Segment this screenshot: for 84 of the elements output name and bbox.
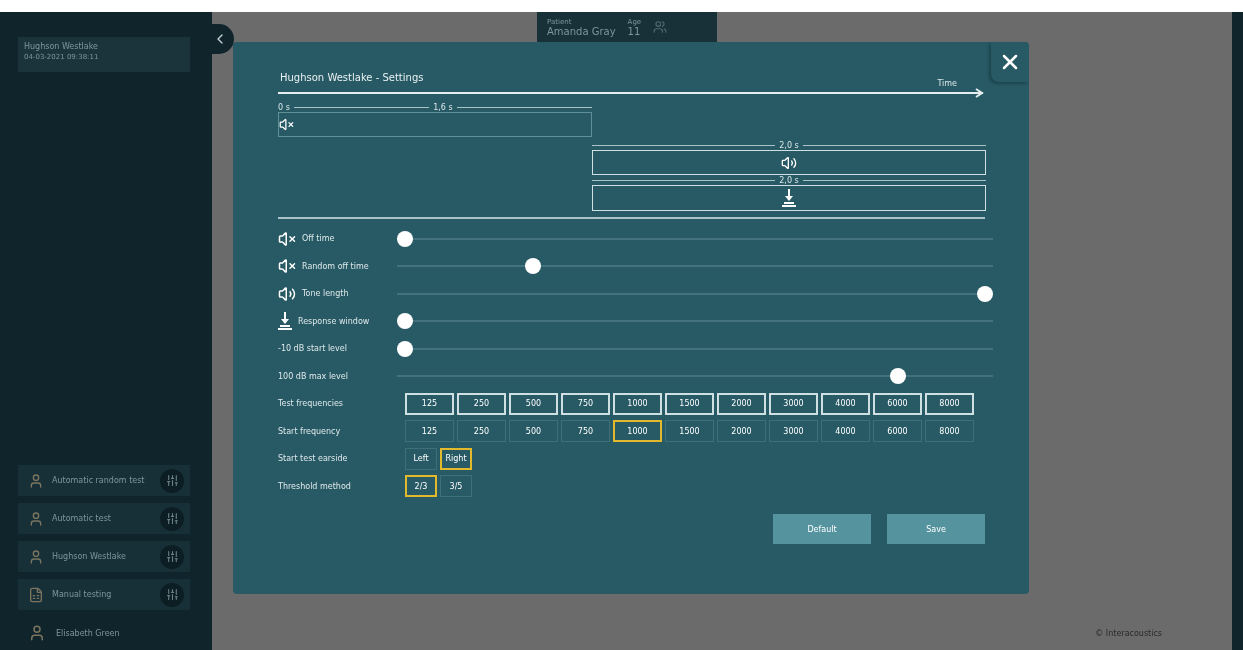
axis-label: Time xyxy=(937,79,957,88)
slider-label: 100 dB max level xyxy=(278,371,348,381)
option-label: Threshold method xyxy=(278,481,351,491)
sliders-icon xyxy=(165,512,179,525)
sliders-icon xyxy=(165,550,179,563)
option-button[interactable]: Left xyxy=(405,447,437,470)
option-button[interactable]: 4000 xyxy=(821,420,870,443)
option-button[interactable]: 3/5 xyxy=(440,475,472,498)
mute-icon xyxy=(278,257,296,276)
option-button[interactable]: 6000 xyxy=(873,392,922,415)
option-button[interactable]: 250 xyxy=(457,392,506,415)
switch-patient-icon[interactable] xyxy=(653,20,668,34)
option-button[interactable]: 125 xyxy=(405,392,454,415)
copyright: © Interacoustics xyxy=(1095,629,1162,638)
mute-icon xyxy=(279,117,294,132)
test-item[interactable]: Automatic random test xyxy=(18,465,190,496)
option-button[interactable]: 8000 xyxy=(925,420,974,443)
person-icon xyxy=(28,510,44,527)
settings-button[interactable] xyxy=(160,506,184,531)
slider-thumb[interactable] xyxy=(890,368,906,385)
settings-button[interactable] xyxy=(160,582,184,607)
mute-icon xyxy=(278,229,296,248)
patient-age: 11 xyxy=(627,25,642,37)
response-button-icon xyxy=(782,189,796,207)
option-button[interactable]: Right xyxy=(440,447,472,470)
slider-thumb[interactable] xyxy=(397,340,413,357)
test-item[interactable]: Automatic test xyxy=(18,503,190,534)
test-label: Automatic random test xyxy=(52,476,145,485)
test-label: Hughson Westlake xyxy=(52,552,126,561)
sliders-icon xyxy=(165,588,179,601)
off-duration-label: 1,6 s xyxy=(433,102,453,112)
option-button[interactable]: 1000 xyxy=(613,420,662,443)
option-button[interactable]: 6000 xyxy=(873,420,922,443)
test-label: Automatic test xyxy=(52,514,111,523)
option-button[interactable]: 1500 xyxy=(665,420,714,443)
slider-thumb[interactable] xyxy=(524,258,541,275)
option-button[interactable]: 1000 xyxy=(613,392,662,415)
start-time-label: 0 s xyxy=(278,102,290,112)
slider-thumb[interactable] xyxy=(397,313,413,330)
slider-label: Off time xyxy=(302,234,335,244)
response-button-icon xyxy=(278,312,292,331)
dialog-title: Hughson Westlake - Settings xyxy=(279,72,424,83)
option-button[interactable]: 2/3 xyxy=(405,475,437,498)
sliders-icon xyxy=(165,474,179,487)
option-label: Start test earside xyxy=(278,454,348,464)
option-button[interactable]: 4000 xyxy=(821,392,870,415)
settings-button[interactable] xyxy=(160,468,184,493)
sheet-icon xyxy=(28,586,44,603)
test-item[interactable]: Manual testing xyxy=(18,579,190,610)
patient-name: Amanda Gray xyxy=(547,25,616,37)
test-label: Manual testing xyxy=(52,590,112,599)
option-button[interactable]: 125 xyxy=(405,420,454,443)
option-button[interactable]: 3000 xyxy=(769,392,818,415)
slider-label: Response window xyxy=(298,316,370,326)
collapse-button[interactable] xyxy=(212,24,234,54)
option-label: Start frequency xyxy=(278,426,341,436)
close-button[interactable] xyxy=(991,42,1029,82)
session-title: Hughson Westlake xyxy=(24,42,99,51)
settings-button[interactable] xyxy=(160,544,184,569)
slider-label: -10 dB start level xyxy=(278,344,347,354)
speaker-icon xyxy=(278,284,296,303)
option-button[interactable]: 750 xyxy=(561,420,610,443)
option-button[interactable]: 8000 xyxy=(925,392,974,415)
option-button[interactable]: 250 xyxy=(457,420,506,443)
test-item[interactable]: Hughson Westlake xyxy=(18,541,190,572)
slider-thumb[interactable] xyxy=(397,230,413,247)
slider-thumb[interactable] xyxy=(977,285,993,302)
slider-label: Random off time xyxy=(302,261,369,271)
option-label: Test frequencies xyxy=(278,399,343,409)
slider-label: Tone length xyxy=(302,289,349,299)
tone-duration-label: 2,0 s xyxy=(779,140,799,150)
user-icon xyxy=(28,624,46,642)
option-button[interactable]: 1500 xyxy=(665,392,714,415)
option-button[interactable]: 750 xyxy=(561,392,610,415)
user-name: Elisabeth Green xyxy=(56,628,120,638)
response-duration-label: 2,0 s xyxy=(779,175,799,185)
option-button[interactable]: 500 xyxy=(509,420,558,443)
option-button[interactable]: 2000 xyxy=(717,420,766,443)
person-icon xyxy=(28,472,44,489)
option-button[interactable]: 500 xyxy=(509,392,558,415)
person-icon xyxy=(28,548,44,565)
option-button[interactable]: 2000 xyxy=(717,392,766,415)
speaker-icon xyxy=(781,154,797,171)
option-button[interactable]: 3000 xyxy=(769,420,818,443)
